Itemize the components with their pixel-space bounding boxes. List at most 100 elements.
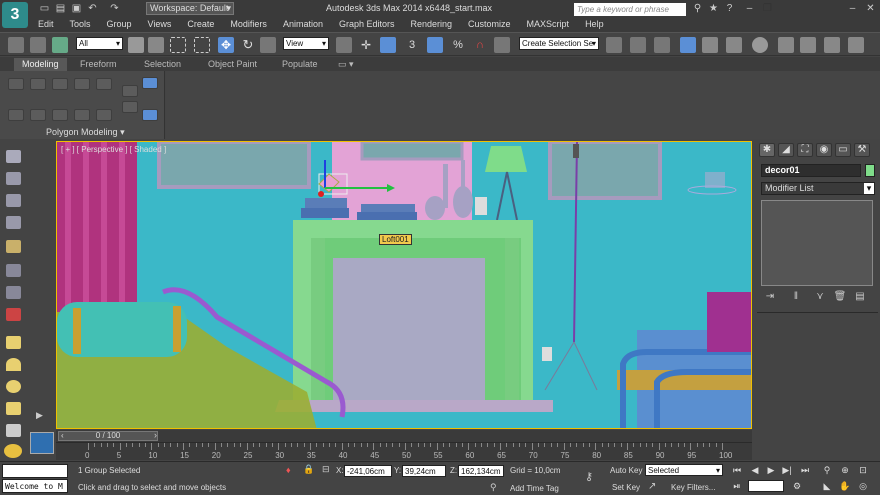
make-unique-icon[interactable]: ⋎	[813, 291, 827, 304]
go-to-end-icon[interactable]: ⏭	[798, 464, 812, 476]
add-time-tag-button[interactable]: Add Time Tag	[510, 484, 559, 493]
snaps-toggle-icon[interactable]: 3	[404, 37, 420, 53]
new-file-icon[interactable]: ▭	[38, 3, 51, 15]
tab-object-paint[interactable]: Object Paint	[200, 58, 265, 71]
subscription-icon[interactable]: ★	[706, 2, 721, 16]
keyboard-shortcut-override-icon[interactable]	[380, 37, 396, 53]
app-logo[interactable]: 3	[2, 2, 28, 28]
previous-frame-icon[interactable]: ◀	[748, 464, 762, 476]
menu-edit[interactable]: Edit	[30, 17, 62, 31]
save-icon[interactable]: ▣	[70, 3, 83, 15]
play-icon[interactable]: ▶	[764, 464, 778, 476]
ribbon-tool-button[interactable]	[52, 109, 68, 121]
tab-selection[interactable]: Selection	[136, 58, 189, 71]
prev-frame-icon[interactable]: ‹	[61, 432, 64, 440]
show-end-result-icon[interactable]: ‖	[789, 291, 803, 304]
modify-tab-icon[interactable]: ◢	[778, 143, 794, 157]
tab-freeform[interactable]: Freeform	[72, 58, 125, 71]
select-manipulate-icon[interactable]: ✛	[358, 37, 374, 53]
menu-graph-editors[interactable]: Graph Editors	[331, 17, 403, 31]
tab-modeling[interactable]: Modeling	[14, 58, 67, 71]
menu-animation[interactable]: Animation	[275, 17, 331, 31]
menu-maxscript[interactable]: MAXScript	[519, 17, 578, 31]
cone-icon[interactable]	[6, 424, 21, 437]
ribbon-tool-button[interactable]	[74, 109, 90, 121]
modifier-list-dropdown[interactable]: Modifier List ▾	[761, 182, 875, 195]
key-filter-icon[interactable]: ↗	[648, 481, 662, 493]
light-icon[interactable]	[6, 240, 21, 253]
time-configuration-icon[interactable]: ⚙	[790, 480, 804, 492]
maxscript-listener-input[interactable]	[2, 464, 68, 478]
percent-snap-icon[interactable]: %	[450, 37, 466, 53]
expand-arrow-icon[interactable]: ▶	[36, 410, 46, 422]
ribbon-tool-button[interactable]	[122, 85, 138, 97]
viewport-icon[interactable]	[6, 150, 21, 163]
time-slider[interactable]: ‹ 0 / 100 ›	[56, 430, 752, 442]
named-selection-icon[interactable]	[6, 172, 21, 185]
ribbon-tool-button[interactable]	[74, 78, 90, 90]
z-coordinate-field[interactable]: 162,134cm	[458, 465, 504, 477]
rendered-frame-window-icon[interactable]	[800, 37, 816, 53]
select-object-icon[interactable]	[128, 37, 144, 53]
menu-group[interactable]: Group	[99, 17, 140, 31]
menu-views[interactable]: Views	[140, 17, 180, 31]
object-name-field[interactable]: decor01	[761, 164, 861, 177]
key-filters-button[interactable]: Key Filters...	[671, 483, 715, 492]
menu-modifiers[interactable]: Modifiers	[222, 17, 275, 31]
render-iterative-icon[interactable]	[848, 37, 864, 53]
perspective-viewport[interactable]: [ + ] [ Perspective ] [ Shaded ] Loft001	[56, 141, 752, 429]
viewport-label[interactable]: [ + ] [ Perspective ] [ Shaded ]	[61, 145, 166, 154]
menu-create[interactable]: Create	[179, 17, 222, 31]
time-tag-icon[interactable]: ⚲	[490, 482, 500, 494]
next-frame-icon[interactable]: ›	[154, 431, 164, 441]
zoom-extents-icon[interactable]: ⊡	[856, 464, 870, 476]
restore-icon[interactable]: ❐	[760, 2, 775, 16]
tab-populate[interactable]: Populate	[274, 58, 326, 71]
x-coordinate-field[interactable]: -241,06cm	[344, 465, 392, 477]
field-of-view-icon[interactable]: ◣	[820, 480, 834, 492]
material-editor-icon[interactable]	[752, 37, 768, 53]
layer-explorer-icon[interactable]	[654, 37, 670, 53]
menu-help[interactable]: Help	[577, 17, 612, 31]
configure-modifier-sets-icon[interactable]: ▤	[853, 291, 867, 304]
bind-space-warp-icon[interactable]	[52, 37, 68, 53]
orbit-icon[interactable]: ◎	[856, 480, 870, 492]
select-link-icon[interactable]	[8, 37, 24, 53]
menu-tools[interactable]: Tools	[62, 17, 99, 31]
ribbon-tool-button[interactable]	[30, 109, 46, 121]
auto-key-button[interactable]: Auto Key	[610, 466, 642, 475]
key-icon[interactable]: ⚷	[585, 470, 603, 484]
selection-filter-dropdown[interactable]: All ▾	[76, 37, 123, 50]
pan-view-icon[interactable]: ✋	[838, 480, 852, 492]
close-button[interactable]: ✕	[863, 2, 878, 16]
remove-modifier-icon[interactable]: 🗑	[833, 291, 847, 304]
ribbon-tool-button[interactable]	[8, 109, 24, 121]
render-production-icon[interactable]	[824, 37, 840, 53]
help-icon[interactable]: ?	[722, 2, 737, 16]
ribbon-tool-button[interactable]	[52, 78, 68, 90]
y-coordinate-field[interactable]: 39,24cm	[402, 465, 446, 477]
named-selection-set-dropdown[interactable]: Create Selection Se ▾	[519, 37, 599, 50]
render-setup-icon[interactable]	[778, 37, 794, 53]
sphere-icon[interactable]	[6, 358, 21, 371]
sun-icon[interactable]	[4, 444, 22, 458]
search-icon[interactable]: ⚲	[690, 2, 705, 16]
viewport-layout-button[interactable]	[30, 432, 54, 454]
zoom-all-icon[interactable]: ⊕	[838, 464, 852, 476]
search-input[interactable]: Type a keyword or phrase	[574, 3, 686, 16]
hierarchy-tab-icon[interactable]: ⛶	[797, 143, 813, 157]
reference-coordinate-dropdown[interactable]: View ▾	[283, 37, 329, 50]
motion-tab-icon[interactable]: ◉	[816, 143, 832, 157]
workspace-dropdown[interactable]: Workspace: Default ▾	[146, 2, 234, 15]
isolate-selection-icon[interactable]: ♦	[286, 465, 294, 477]
layer-icon[interactable]	[6, 216, 21, 229]
graphite-icon[interactable]	[6, 194, 21, 207]
set-key-button[interactable]: Set Key	[612, 483, 640, 492]
utilities-tab-icon[interactable]: ⚒	[854, 143, 870, 157]
box-icon[interactable]	[6, 336, 21, 349]
cylinder-icon[interactable]	[6, 380, 21, 393]
mirror-icon[interactable]	[606, 37, 622, 53]
polygon-modeling-label[interactable]: Polygon Modeling ▾	[46, 127, 125, 138]
move-icon[interactable]: ✥	[218, 37, 234, 53]
edit-named-selection-icon[interactable]	[494, 37, 510, 53]
